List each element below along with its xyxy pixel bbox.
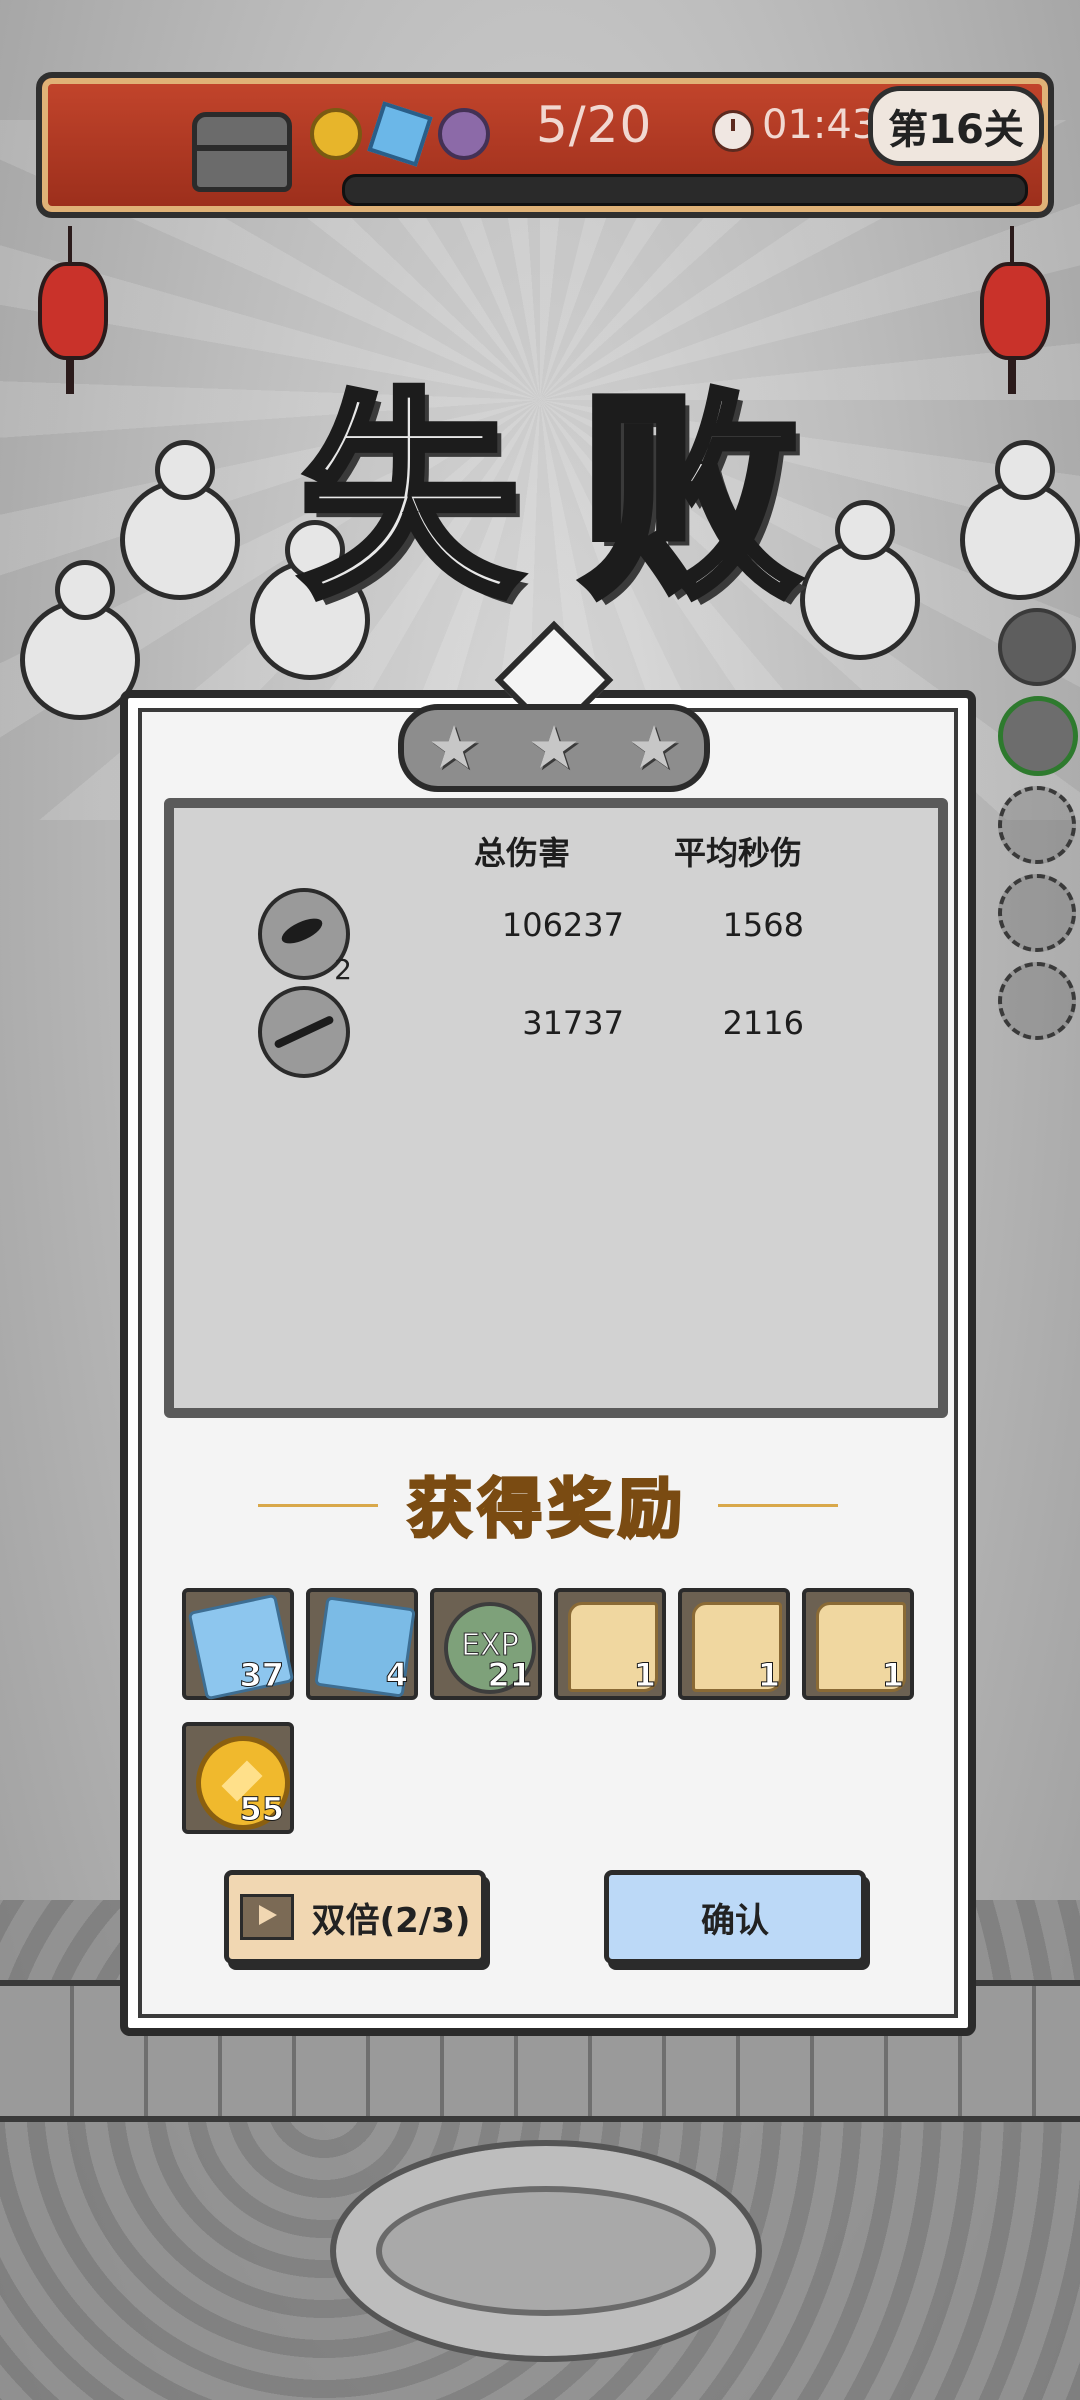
star-icon: ★ bbox=[427, 713, 481, 783]
reward-item[interactable]: EXP 21 bbox=[430, 1588, 542, 1700]
avg-dps-value: 2116 bbox=[722, 1004, 804, 1042]
double-reward-button[interactable]: 双倍(2/3) bbox=[224, 1870, 486, 1964]
reward-count: 4 bbox=[385, 1656, 408, 1695]
reward-item[interactable]: 1 bbox=[802, 1588, 914, 1700]
star-icon: ★ bbox=[627, 713, 681, 783]
defeat-title-char: 败 bbox=[576, 364, 804, 631]
total-damage-value: 106237 bbox=[501, 906, 624, 944]
total-damage-header: 总伤害 bbox=[474, 834, 571, 872]
reward-count: 1 bbox=[633, 1656, 656, 1695]
empty-skill-slot[interactable] bbox=[998, 874, 1076, 952]
wave-counter: 5/20 bbox=[536, 96, 653, 154]
reward-count: 1 bbox=[881, 1656, 904, 1695]
lantern-icon bbox=[980, 226, 1050, 394]
damage-stats-box: 总伤害 平均秒伤 2 106237 1568 31737 2116 bbox=[164, 798, 948, 1418]
star-icon: ★ bbox=[527, 713, 581, 783]
coin-icon bbox=[310, 108, 362, 160]
stat-row: 2 106237 1568 bbox=[174, 888, 938, 986]
reward-item[interactable]: 1 bbox=[554, 1588, 666, 1700]
ink-streak-skill-icon bbox=[258, 986, 350, 1078]
title-divider bbox=[718, 1504, 838, 1507]
top-hud: 5/20 01:43 第16关 bbox=[36, 72, 1054, 218]
clock-icon bbox=[712, 110, 754, 152]
reward-item[interactable]: 4 bbox=[306, 1588, 418, 1700]
skill-slot[interactable] bbox=[998, 608, 1076, 686]
ink-blot-skill-icon: 2 bbox=[258, 888, 352, 986]
side-skill-slots bbox=[998, 608, 1078, 1050]
crystal-icon bbox=[367, 101, 433, 167]
reward-item[interactable]: 37 bbox=[182, 1588, 295, 1701]
skill-level: 2 bbox=[334, 953, 352, 986]
avg-dps-header: 平均秒伤 bbox=[674, 834, 803, 872]
timer: 01:43 bbox=[762, 102, 878, 148]
background-enemy bbox=[960, 440, 1080, 600]
reward-count: 21 bbox=[487, 1656, 533, 1695]
avg-dps-value: 1568 bbox=[722, 906, 804, 944]
reward-item[interactable]: 55 bbox=[182, 1722, 294, 1834]
reward-item[interactable]: 1 bbox=[678, 1588, 790, 1700]
wave-progress-bar bbox=[342, 174, 1028, 206]
total-damage-value: 31737 bbox=[522, 1004, 624, 1042]
confirm-button[interactable]: 确认 bbox=[604, 1870, 866, 1964]
result-panel: ★ ★ ★ 总伤害 平均秒伤 2 106237 1568 31737 2116 … bbox=[120, 620, 976, 2036]
lantern-icon bbox=[38, 226, 108, 394]
level-badge: 第16关 bbox=[868, 86, 1044, 166]
monster-icon bbox=[438, 108, 490, 160]
video-icon bbox=[239, 1894, 294, 1940]
defeat-title-char: 失 bbox=[296, 364, 524, 631]
background-enemy bbox=[120, 440, 240, 600]
empty-skill-slot[interactable] bbox=[998, 962, 1076, 1040]
star-rating: ★ ★ ★ bbox=[398, 704, 710, 792]
reward-count: 37 bbox=[239, 1656, 285, 1695]
stat-row: 31737 2116 bbox=[174, 986, 938, 1082]
empty-skill-slot[interactable] bbox=[998, 786, 1076, 864]
skill-slot[interactable] bbox=[998, 696, 1078, 776]
defeat-title: 失 败 bbox=[250, 360, 850, 631]
reward-count: 55 bbox=[239, 1790, 285, 1829]
chest-icon[interactable] bbox=[192, 112, 292, 192]
rewards-title: 获得奖励 bbox=[407, 1471, 688, 1549]
double-reward-label: 双倍(2/3) bbox=[311, 1900, 471, 1941]
fountain bbox=[330, 2140, 762, 2362]
reward-count: 1 bbox=[757, 1656, 780, 1695]
